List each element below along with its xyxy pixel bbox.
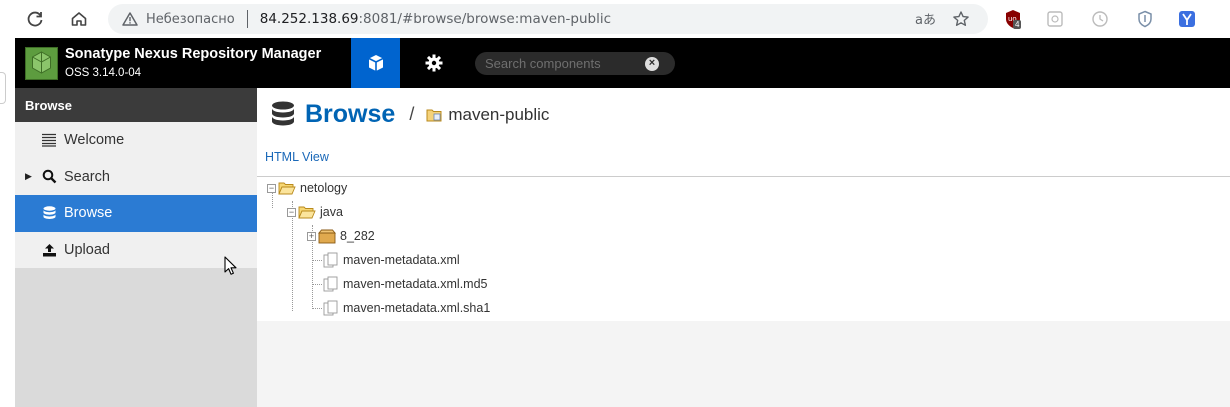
reload-icon[interactable] [22,6,48,32]
tree-node-label: java [320,205,343,219]
tree-node-label: maven-metadata.xml [343,253,460,267]
tree-node-file[interactable]: maven-metadata.xml.sha1 [323,298,490,318]
puzzle-extension-icon[interactable] [1045,9,1065,29]
address-bar[interactable]: Небезопасно 84.252.138.69:8081/#browse/b… [108,4,988,34]
expand-arrow-icon[interactable]: ▶ [25,171,32,182]
tree-node-label: maven-metadata.xml.md5 [343,277,488,291]
file-icon [323,276,338,292]
tree-node-label: maven-metadata.xml.sha1 [343,301,491,315]
tree-line [312,308,322,309]
address-divider [246,10,248,28]
tree-node-label: netology [300,181,348,195]
tree-node-netology[interactable]: − netology [267,178,347,198]
clock-extension-icon[interactable] [1090,9,1110,29]
divider [257,176,1230,177]
security-label: Небезопасно [146,11,235,27]
main-panel: Browse / maven-public HTML View − netolo… [257,88,1230,407]
sidebar-item-label: Welcome [64,132,125,149]
tree-node-file[interactable]: maven-metadata.xml [323,250,460,270]
file-icon [323,300,338,316]
html-view-link[interactable]: HTML View [265,150,329,164]
tree-node-java[interactable]: − java [287,202,343,222]
sidebar-item-label: Browse [64,205,113,222]
tree-node-file[interactable]: maven-metadata.xml.md5 [323,274,488,294]
clear-search-icon[interactable]: × [645,56,659,71]
database-icon [41,205,57,221]
url-text[interactable]: 84.252.138.69:8081/#browse/browse:maven-… [260,11,611,27]
search-input[interactable] [475,56,645,71]
browser-toolbar: Небезопасно 84.252.138.69:8081/#browse/b… [0,0,1230,38]
page-title-row: Browse / maven-public [271,100,549,129]
component-box-icon [318,229,336,243]
nexus-logo-icon [25,47,58,80]
yandex-extension-icon[interactable] [1177,9,1197,29]
magnifier-icon [41,169,57,185]
sidebar-item-browse[interactable]: Browse [15,195,257,232]
database-icon [272,101,294,125]
tree-node-component[interactable]: + 8_282 [307,226,375,246]
tree-line [312,284,322,285]
sidebar-item-label: Upload [64,241,110,258]
collapse-icon[interactable]: − [287,207,296,217]
sidebar-item-search[interactable]: ▶ Search [15,159,257,196]
admin-mode-button[interactable] [409,38,458,88]
cube-icon [368,55,383,71]
folder-open-icon [298,206,316,219]
browse-content: Browse / maven-public HTML View − netolo… [257,88,1230,321]
url-path: :8081/#browse/browse:maven-public [358,11,612,27]
search-components-box: × [475,52,675,75]
shield-extension-icon[interactable] [1135,9,1155,29]
tree-line [312,260,322,261]
translate-icon[interactable]: aあ [915,9,936,28]
breadcrumb-separator: / [409,104,415,124]
ublock-extension-icon[interactable]: uo 4 [1003,9,1023,29]
expand-icon[interactable]: + [307,231,316,241]
file-icon [323,252,338,268]
sidebar-item-welcome[interactable]: Welcome [15,122,257,159]
page-title: Browse [305,100,396,128]
extension-badge: 4 [1013,20,1022,29]
gear-icon [425,54,442,72]
star-icon[interactable] [952,10,970,28]
tree-node-label: 8_282 [340,229,375,243]
repository-icon [426,109,442,121]
warning-icon[interactable] [122,11,138,27]
sidebar-heading: Browse [15,88,257,122]
collapse-icon[interactable]: − [267,183,276,193]
folder-open-icon [278,182,296,195]
app-header: Sonatype Nexus Repository Manager OSS 3.… [15,38,1230,88]
sidebar-item-label: Search [64,168,110,185]
brand-title: Sonatype Nexus Repository Manager [65,46,322,62]
sidebar: Browse Welcome ▶ Search Browse Upload [15,88,257,407]
browse-mode-button[interactable] [351,38,400,88]
list-icon [41,132,57,148]
sidebar-item-upload[interactable]: Upload [15,232,257,269]
brand-version: OSS 3.14.0-04 [65,67,142,79]
upload-icon [41,242,57,258]
page-edge-tab [0,72,6,104]
home-icon[interactable] [66,6,92,32]
mouse-cursor-icon [224,256,237,275]
url-host: 84.252.138.69 [259,11,359,27]
breadcrumb: maven-public [448,104,550,124]
